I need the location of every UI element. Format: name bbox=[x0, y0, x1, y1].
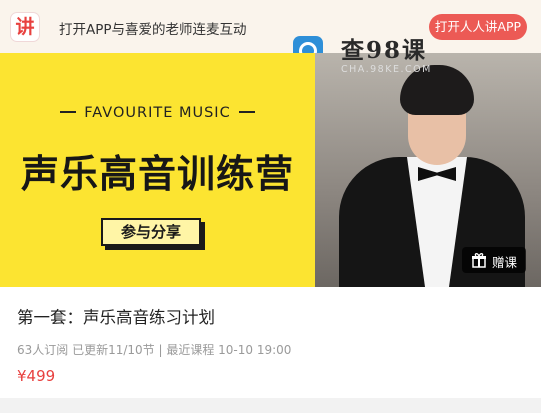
cover-poster: FAVOURITE MUSIC 声乐高音训练营 参与分享 bbox=[0, 53, 315, 287]
gift-icon bbox=[472, 253, 486, 268]
watermark-title: 查98课 bbox=[341, 37, 428, 64]
course-title[interactable]: 第一套：声乐高音练习计划 bbox=[17, 304, 215, 328]
cover-tagline: FAVOURITE MUSIC bbox=[0, 105, 315, 121]
course-cover[interactable]: FAVOURITE MUSIC 声乐高音训练营 参与分享 bbox=[0, 53, 541, 287]
watermark-subtitle: CHA.98KE.COM bbox=[341, 64, 432, 75]
gift-course-label: 赠课 bbox=[492, 255, 518, 270]
gift-course-button[interactable]: 赠课 bbox=[462, 247, 526, 273]
course-info[interactable]: 第一套：声乐高音练习计划 63人订阅 已更新11/10节 | 最近课程 10-1… bbox=[0, 287, 541, 398]
banner-promo-text: 打开APP与喜爱的老师连麦互动 bbox=[59, 22, 247, 38]
tagline-dash-right bbox=[238, 110, 255, 113]
cover-camp-title: 声乐高音训练营 bbox=[20, 152, 294, 196]
cover-tagline-text: FAVOURITE MUSIC bbox=[84, 105, 231, 121]
course-meta: 63人订阅 已更新11/10节 | 最近课程 10-10 19:00 bbox=[17, 343, 292, 357]
app-download-banner[interactable]: 讲 打开APP与喜爱的老师连麦互动 打开人人讲APP bbox=[0, 0, 541, 53]
open-app-button[interactable]: 打开人人讲APP bbox=[429, 14, 527, 40]
app-logo-icon: 讲 bbox=[10, 12, 40, 42]
course-price: ¥499 bbox=[17, 367, 56, 385]
tagline-dash-left bbox=[60, 110, 77, 113]
cover-share-label: 参与分享 bbox=[101, 218, 201, 246]
